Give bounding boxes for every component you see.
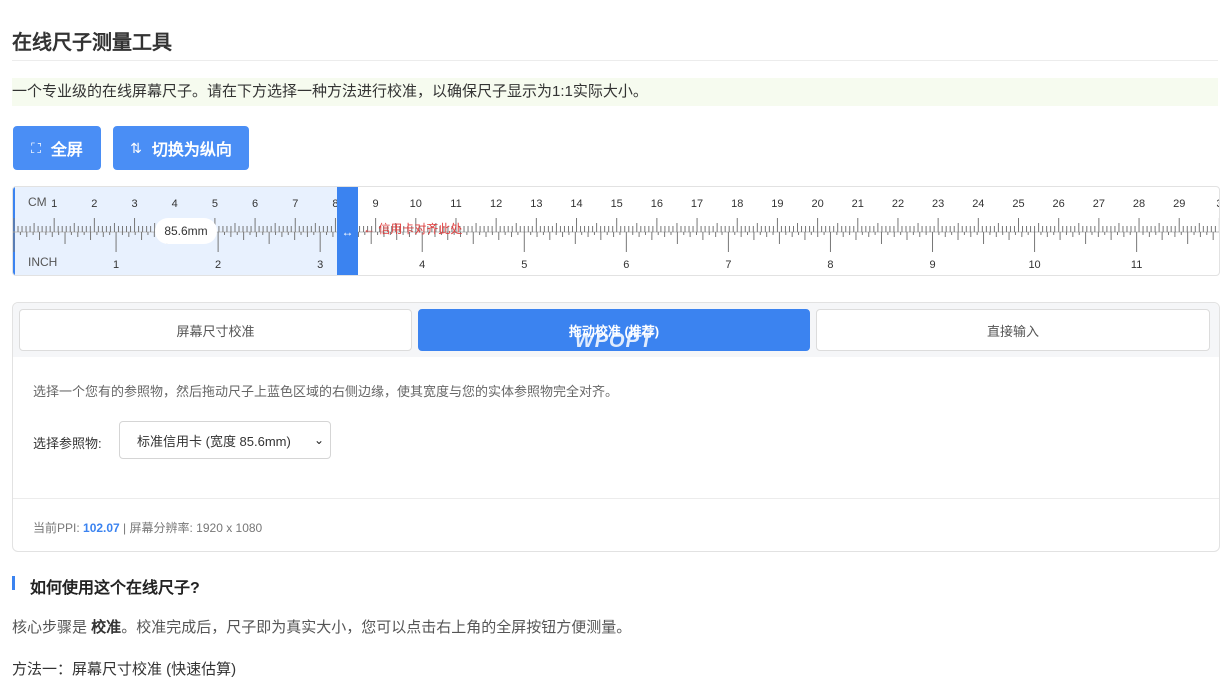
ruler[interactable]: 1 2 3 4 5 6 7 8 9 10 11 12 13 14 15 16 17 18 19 20 21 22 23 24 2…: [12, 186, 1220, 276]
cm-tick-label: 13: [530, 198, 542, 210]
cm-tick-label: 18: [731, 198, 743, 210]
tab-direct-input[interactable]: 直接输入: [816, 309, 1210, 351]
watermark: WPOPT: [574, 330, 654, 352]
toggle-orientation-button[interactable]: ⇅ 切换为纵向: [113, 126, 249, 170]
status-line: 当前PPI: 102.07 | 屏幕分辨率: 1920 x 1080: [33, 519, 262, 536]
cm-tick-label: 4: [172, 198, 178, 210]
intro-text: 一个专业级的在线屏幕尺子。请在下方选择一种方法进行校准，以确保尺子显示为1:1实…: [12, 78, 1218, 106]
cm-tick-label: 1: [51, 198, 57, 210]
inch-tick-label: 2: [215, 259, 221, 271]
align-here-label: ← 信用卡对齐此处: [363, 222, 463, 236]
cm-tick-label: 9: [373, 198, 379, 210]
cm-tick-label: 3: [1216, 198, 1220, 210]
fullscreen-button-label: 全屏: [50, 142, 83, 159]
cm-tick-label: 10: [410, 198, 422, 210]
cm-tick-label: 28: [1133, 198, 1145, 210]
chevron-down-icon: ⌄: [313, 433, 324, 447]
cm-tick-label: 17: [691, 198, 703, 210]
inch-tick-label: 5: [521, 259, 527, 271]
cm-tick-label: 29: [1173, 198, 1185, 210]
cm-tick-label: 23: [932, 198, 944, 210]
cm-tick-label: 6: [252, 198, 258, 210]
section-accent-bar: [12, 576, 15, 590]
cm-tick-label: 15: [611, 198, 623, 210]
cm-tick-label: 2: [91, 198, 97, 210]
method1-heading: 方法一：屏幕尺寸校准 (快速估算): [12, 661, 237, 677]
cm-tick-label: 3: [131, 198, 137, 210]
cm-tick-label: 16: [651, 198, 663, 210]
cm-tick-label: 24: [972, 198, 984, 210]
core-bold: 校准: [91, 619, 122, 636]
inch-tick-label: 7: [725, 259, 731, 271]
inch-tick-label: 4: [419, 259, 425, 271]
howto-core-text: 核心步骤是 校准。校准完成后，尺子即为真实大小，您可以点击右上角的全屏按钮方便测…: [12, 616, 631, 637]
cm-unit-label: CM: [28, 195, 47, 209]
howto-title: 如何使用这个在线尺子?: [30, 580, 200, 597]
resolution-text: | 屏幕分辨率: 1920 x 1080: [119, 521, 263, 535]
cm-tick-label: 22: [892, 198, 904, 210]
cm-tick-label: 11: [450, 198, 461, 210]
fullscreen-icon: ⛶: [31, 139, 41, 156]
cm-tick-label: 14: [570, 198, 582, 210]
inch-tick-label: 6: [623, 259, 629, 271]
cm-tick-label: 21: [852, 198, 864, 210]
selection-width-badge: 85.6mm: [155, 218, 217, 244]
tab-drag-calibration[interactable]: 拖动校准 (推荐) WPOPT: [418, 309, 810, 352]
cm-tick-label: 20: [811, 198, 823, 210]
ppi-value: 102.07: [83, 521, 120, 535]
inch-tick-label: 3: [317, 259, 323, 271]
inch-tick-label: 11: [1131, 259, 1142, 271]
drag-arrows-icon: ↔: [341, 225, 354, 239]
cm-tick-label: 19: [771, 198, 783, 210]
reference-select[interactable]: 标准信用卡 (宽度 85.6mm) ⌄: [119, 421, 331, 459]
swap-vertical-icon: ⇅: [130, 139, 142, 156]
inch-unit-label: INCH: [28, 255, 58, 269]
cm-tick-label: 26: [1053, 198, 1065, 210]
tab-screen-size[interactable]: 屏幕尺寸校准: [19, 309, 412, 351]
inch-tick-label: 10: [1028, 259, 1040, 271]
ppi-label: 当前PPI:: [33, 521, 84, 535]
cm-tick-label: 7: [292, 198, 298, 210]
toggle-orientation-label: 切换为纵向: [151, 142, 232, 159]
fullscreen-button[interactable]: ⛶ 全屏: [13, 126, 101, 170]
calibration-instructions: 选择一个您有的参照物，然后拖动尺子上蓝色区域的右侧边缘，使其宽度与您的实体参照物…: [33, 384, 619, 399]
reference-label: 选择参照物:: [33, 436, 102, 451]
title-divider: [12, 60, 1218, 61]
inch-tick-label: 8: [827, 259, 833, 271]
core-suffix: 。校准完成后，尺子即为真实大小，您可以点击右上角的全屏按钮方便测量。: [121, 619, 632, 636]
panel-divider: [13, 498, 1219, 499]
cm-tick-label: 27: [1093, 198, 1105, 210]
inch-tick-label: 1: [113, 259, 119, 271]
calibration-panel: 屏幕尺寸校准 拖动校准 (推荐) WPOPT 直接输入 选择一个您有的参照物，然…: [12, 302, 1220, 552]
cm-tick-label: 12: [490, 198, 502, 210]
inch-tick-label: 9: [929, 259, 935, 271]
core-prefix: 核心步骤是: [12, 619, 92, 636]
cm-tick-label: 25: [1012, 198, 1024, 210]
reference-select-value: 标准信用卡 (宽度 85.6mm): [137, 433, 291, 449]
page-title: 在线尺子测量工具: [12, 32, 172, 54]
cm-tick-label: 5: [212, 198, 218, 210]
calibration-drag-handle[interactable]: ↔: [337, 187, 358, 275]
